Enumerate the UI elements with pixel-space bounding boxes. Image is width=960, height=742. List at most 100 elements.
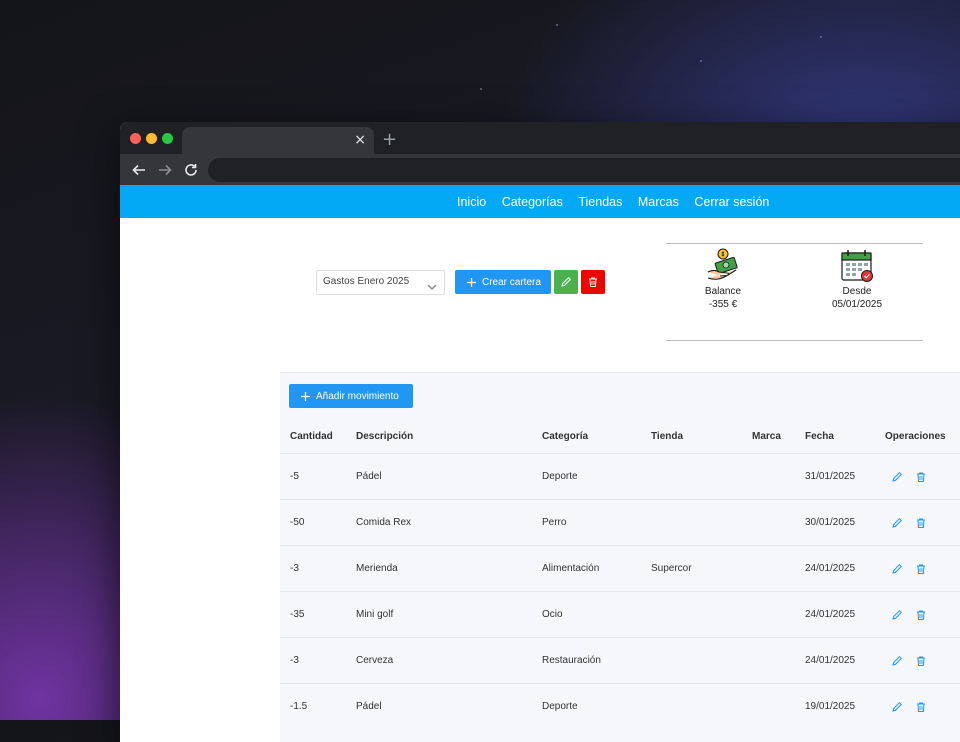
nav-inicio[interactable]: Inicio <box>457 195 486 209</box>
cell-categoria: Restauración <box>542 637 651 684</box>
col-operaciones: Operaciones <box>885 430 946 442</box>
plus-icon <box>300 391 311 402</box>
cell-tienda: Supercor <box>651 545 752 592</box>
create-wallet-button[interactable]: Crear cartera <box>455 270 551 294</box>
cell-marca <box>752 637 805 684</box>
cell-descripcion: Pádel <box>356 683 542 729</box>
forward-icon[interactable] <box>156 161 174 179</box>
cell-operaciones <box>885 591 960 638</box>
edit-wallet-button[interactable] <box>554 270 578 294</box>
plus-icon <box>466 277 477 288</box>
movements-panel: Añadir movimiento Cantidad Descripción C… <box>280 372 960 742</box>
browser-window: × + Inicio Categorías Tiendas Marcas Cer… <box>120 122 960 742</box>
reload-icon[interactable] <box>182 161 200 179</box>
cell-tienda <box>651 683 752 729</box>
cell-categoria: Ocio <box>542 591 651 638</box>
cell-descripcion: Pádel <box>356 453 542 500</box>
tab-close-icon[interactable]: × <box>354 133 366 147</box>
nav-marcas[interactable]: Marcas <box>638 195 679 209</box>
cell-descripcion: Mini golf <box>356 591 542 638</box>
col-tienda: Tienda <box>651 430 684 442</box>
col-categoria: Categoría <box>542 430 589 442</box>
cell-operaciones <box>885 683 960 729</box>
cell-tienda <box>651 591 752 638</box>
cell-marca <box>752 499 805 546</box>
cell-tienda <box>651 453 752 500</box>
cell-fecha: 30/01/2025 <box>805 499 885 546</box>
address-bar[interactable] <box>208 158 960 182</box>
table-header: Cantidad Descripción Categoría Tienda Ma… <box>280 419 960 454</box>
pencil-icon[interactable] <box>891 701 915 713</box>
nav-cerrar-sesion[interactable]: Cerrar sesión <box>694 195 769 209</box>
cell-descripcion: Cerveza <box>356 637 542 684</box>
trash-icon[interactable] <box>915 655 939 667</box>
col-cantidad: Cantidad <box>290 430 333 442</box>
cell-marca <box>752 591 805 638</box>
table-row: -3 Cerveza Restauración 24/01/2025 <box>280 637 960 684</box>
cell-cantidad: -3 <box>280 545 356 592</box>
col-fecha: Fecha <box>805 430 834 442</box>
cell-descripcion: Comida Rex <box>356 499 542 546</box>
cell-marca <box>752 453 805 500</box>
cell-marca <box>752 683 805 729</box>
col-marca: Marca <box>752 430 781 442</box>
table-row: -35 Mini golf Ocio 24/01/2025 <box>280 591 960 638</box>
add-movement-button[interactable]: Añadir movimiento <box>289 384 413 408</box>
since-value: 05/01/2025 <box>831 299 883 310</box>
new-tab-button[interactable]: + <box>382 131 397 149</box>
trash-icon[interactable] <box>915 563 939 575</box>
table-row: -5 Pádel Deporte 31/01/2025 <box>280 453 960 500</box>
cell-tienda <box>651 499 752 546</box>
chevron-down-icon <box>427 278 437 296</box>
cell-cantidad: -3 <box>280 637 356 684</box>
trash-icon[interactable] <box>915 609 939 621</box>
cell-fecha: 24/01/2025 <box>805 545 885 592</box>
browser-tab[interactable]: × <box>182 127 374 154</box>
pencil-icon[interactable] <box>891 655 915 667</box>
nav-categorias[interactable]: Categorías <box>502 195 563 209</box>
cell-descripcion: Merienda <box>356 545 542 592</box>
pencil-icon <box>560 276 572 288</box>
cell-categoria: Perro <box>542 499 651 546</box>
pencil-icon[interactable] <box>891 563 915 575</box>
minimize-window-button[interactable] <box>146 133 157 144</box>
cell-operaciones <box>885 453 960 500</box>
pencil-icon[interactable] <box>891 471 915 483</box>
cell-categoria: Deporte <box>542 453 651 500</box>
cell-categoria: Deporte <box>542 683 651 729</box>
cell-operaciones <box>885 545 960 592</box>
wallet-stats: Balance -355 € Desde 05/01/2025 <box>666 243 923 341</box>
trash-icon[interactable] <box>915 701 939 713</box>
back-icon[interactable] <box>130 161 148 179</box>
cell-fecha: 24/01/2025 <box>805 591 885 638</box>
add-movement-label: Añadir movimiento <box>316 390 399 402</box>
since-label: Desde <box>842 286 872 297</box>
main-content: Gastos Enero 2025 Crear cartera Balance … <box>120 218 960 742</box>
pencil-icon[interactable] <box>891 517 915 529</box>
nav-tiendas[interactable]: Tiendas <box>578 195 622 209</box>
pencil-icon[interactable] <box>891 609 915 621</box>
calendar-icon <box>807 248 907 286</box>
wallet-select[interactable]: Gastos Enero 2025 <box>316 270 445 295</box>
delete-wallet-button[interactable] <box>581 270 605 294</box>
maximize-window-button[interactable] <box>162 133 173 144</box>
browser-titlebar: × + <box>120 122 960 154</box>
cell-cantidad: -50 <box>280 499 356 546</box>
cell-fecha: 31/01/2025 <box>805 453 885 500</box>
col-descripcion: Descripción <box>356 430 414 442</box>
trash-icon <box>587 276 599 288</box>
since-stat: Desde 05/01/2025 <box>807 244 907 310</box>
table-row: -3 Merienda Alimentación Supercor 24/01/… <box>280 545 960 592</box>
cell-categoria: Alimentación <box>542 545 651 592</box>
table-row: -1.5 Pádel Deporte 19/01/2025 <box>280 683 960 729</box>
trash-icon[interactable] <box>915 471 939 483</box>
cell-fecha: 24/01/2025 <box>805 637 885 684</box>
money-hand-icon <box>673 248 773 286</box>
top-navbar: Inicio Categorías Tiendas Marcas Cerrar … <box>120 185 960 218</box>
cell-cantidad: -1.5 <box>280 683 356 729</box>
table-row: -50 Comida Rex Perro 30/01/2025 <box>280 499 960 546</box>
cell-cantidad: -35 <box>280 591 356 638</box>
close-window-button[interactable] <box>130 133 141 144</box>
balance-stat: Balance -355 € <box>673 244 773 310</box>
trash-icon[interactable] <box>915 517 939 529</box>
